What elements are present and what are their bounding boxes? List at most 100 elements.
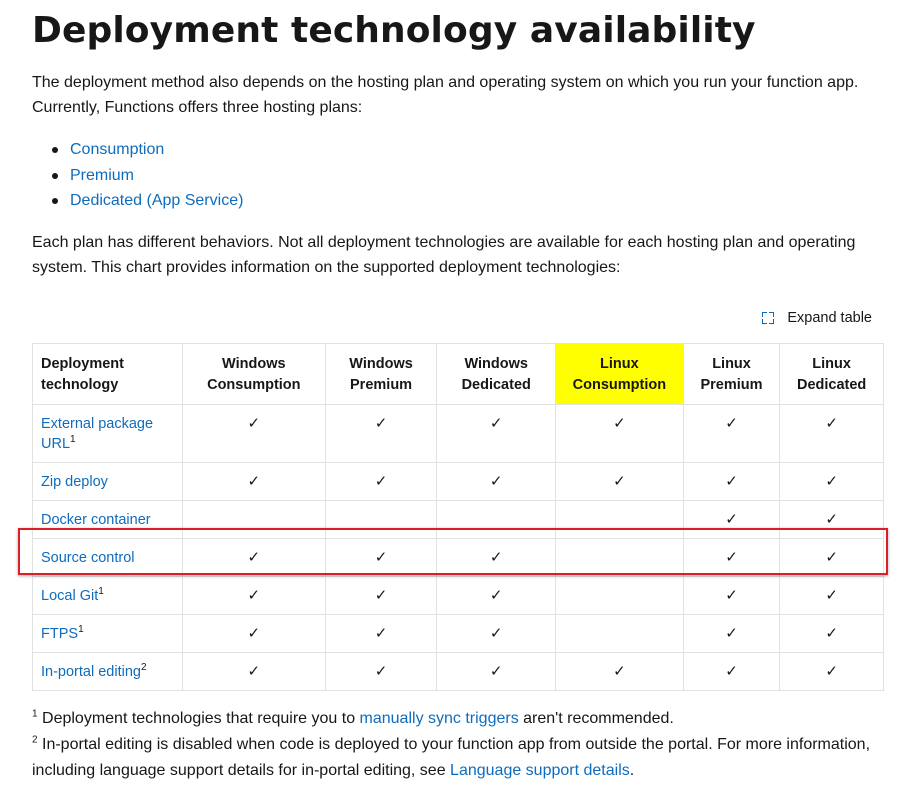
checkmark-cell: ✓ [324,576,438,615]
zip-deploy-link[interactable]: Zip deploy [41,474,108,490]
checkmark-icon: ✓ [725,587,738,604]
checkmark-cell: ✓ [182,538,326,577]
checkmark-cell: ✓ [682,652,781,691]
empty-cell [182,500,326,539]
checkmark-icon: ✓ [374,625,388,642]
checkmark-cell: ✓ [182,614,326,653]
checkmark-cell: ✓ [779,614,884,653]
checkmark-cell: ✓ [324,538,438,577]
checkmark-cell: ✓ [682,462,781,501]
external-package-url-link[interactable]: External package URL [41,416,153,452]
manually-sync-triggers-link[interactable]: manually sync triggers [360,710,519,727]
checkmark-icon: ✓ [825,587,838,604]
table-body: External package URL1 ✓ ✓ ✓ ✓ ✓ ✓ Zip deploy ✓ ✓ ✓… [32,404,884,691]
expand-table-label: Expand table [787,310,872,326]
checkmark-icon: ✓ [613,415,626,432]
docker-container-link[interactable]: Docker container [41,512,151,528]
premium-link[interactable]: Premium [70,167,134,184]
checkmark-cell: ✓ [436,576,556,615]
intro-paragraph: The deployment method also depends on th… [32,74,859,116]
footnote-ref: 1 [98,586,104,598]
checkmark-icon: ✓ [825,511,838,528]
checkmark-cell: ✓ [182,652,326,691]
checkmark-icon: ✓ [374,549,388,566]
checkmark-cell: ✓ [779,576,884,615]
source-control-link[interactable]: Source control [41,550,135,566]
checkmark-cell: ✓ [324,652,438,691]
checkmark-icon: ✓ [489,587,503,604]
deployment-table: Deployment technology Windows Consumption… [32,343,884,691]
checkmark-cell: ✓ [554,404,684,463]
checkmark-cell: ✓ [779,462,884,501]
in-portal-editing-link[interactable]: In-portal editing [41,664,141,680]
checkmark-icon: ✓ [725,473,738,490]
table-header-row: Deployment technology Windows Consumption… [32,343,884,405]
checkmark-icon: ✓ [825,473,838,490]
checkmark-cell: ✓ [682,500,781,539]
footnote-ref: 2 [140,662,147,674]
row-header-cell: FTPS1 [32,614,183,653]
empty-cell [324,500,438,539]
column-header-windows-dedicated: Windows Dedicated [436,343,556,405]
checkmark-cell: ✓ [554,462,684,501]
column-header-deployment-technology: Deployment technology [32,343,183,405]
ftps-link[interactable]: FTPS [41,626,78,642]
row-header-cell: Zip deploy [32,462,183,501]
checkmark-cell: ✓ [436,614,556,653]
table-row: External package URL1 ✓ ✓ ✓ ✓ ✓ ✓ [32,404,884,463]
list-item: Dedicated (App Service) [32,188,243,214]
checkmark-icon: ✓ [247,625,261,642]
footnote-ref: 1 [78,624,84,636]
checkmark-icon: ✓ [489,549,503,566]
list-item: Consumption [32,137,243,163]
row-header-cell: Docker container [32,500,183,539]
checkmark-icon: ✓ [825,549,838,566]
footnote-ref: 1 [70,434,76,446]
footnote-1: 1 Deployment technologies that require y… [32,706,892,732]
column-header-linux-dedicated: Linux Dedicated [779,343,884,405]
checkmark-icon: ✓ [489,415,503,432]
footnote-text: aren't recommended. [518,710,674,727]
empty-cell [554,614,684,653]
column-header-windows-consumption: Windows Consumption [182,343,326,405]
column-header-linux-premium: Linux Premium [682,343,781,405]
checkmark-icon: ✓ [825,415,838,432]
list-item: Premium [32,163,243,189]
checkmark-cell: ✓ [779,500,884,539]
page-title: Deployment technology availability [32,10,756,51]
empty-cell [554,538,684,577]
empty-cell [436,500,556,539]
checkmark-icon: ✓ [247,663,261,680]
consumption-link[interactable]: Consumption [70,141,164,158]
checkmark-icon: ✓ [374,663,388,680]
row-header-cell: External package URL1 [32,404,183,463]
checkmark-cell: ✓ [324,614,438,653]
checkmark-cell: ✓ [554,652,684,691]
expand-icon [762,312,775,324]
checkmark-icon: ✓ [374,587,388,604]
checkmark-icon: ✓ [247,549,261,566]
checkmark-cell: ✓ [682,538,781,577]
column-header-linux-consumption: Linux Consumption [554,343,684,405]
checkmark-cell: ✓ [682,614,781,653]
local-git-link[interactable]: Local Git [41,588,98,604]
dedicated-link[interactable]: Dedicated (App Service) [70,192,243,209]
checkmark-icon: ✓ [825,663,838,680]
table-row: Docker container ✓ ✓ [32,500,884,539]
checkmark-cell: ✓ [324,404,438,463]
checkmark-cell: ✓ [182,404,326,463]
row-header-cell: Local Git1 [32,576,183,615]
language-support-details-link[interactable]: Language support details [450,762,630,779]
checkmark-cell: ✓ [436,538,556,577]
checkmark-icon: ✓ [489,625,503,642]
checkmark-icon: ✓ [374,415,388,432]
empty-cell [554,500,684,539]
checkmark-icon: ✓ [725,415,738,432]
checkmark-icon: ✓ [725,549,738,566]
expand-table-button[interactable]: Expand table [762,310,872,326]
table-row: FTPS1 ✓ ✓ ✓ ✓ ✓ [32,614,884,653]
empty-cell [554,576,684,615]
row-header-cell: Source control [32,538,183,577]
checkmark-cell: ✓ [779,404,884,463]
hosting-plans-list: Consumption Premium Dedicated (App Servi… [32,137,243,214]
